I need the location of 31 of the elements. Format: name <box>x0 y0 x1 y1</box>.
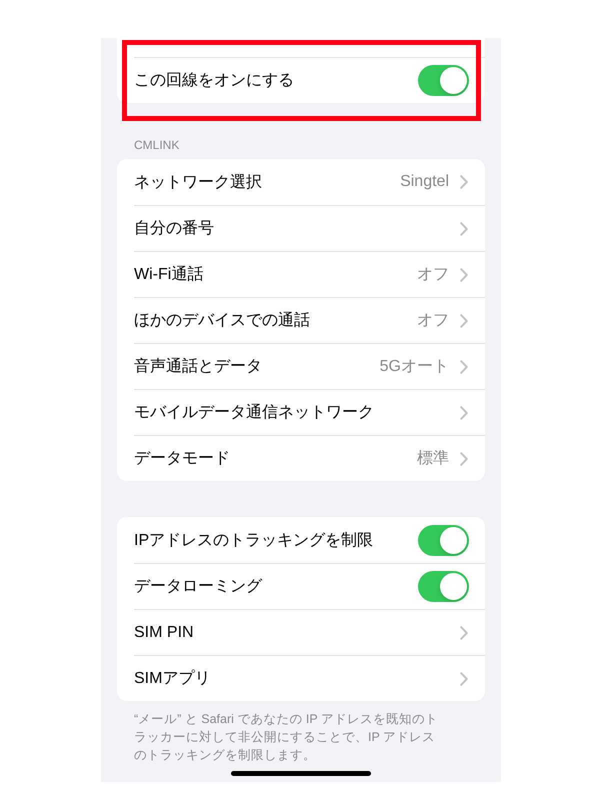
chevron-icon <box>460 360 468 374</box>
toggle-switch[interactable] <box>418 524 469 556</box>
footer-note: “メール” と Safari であなたの IP アドレスを既知のトラッカーに対して非公開にすることで、IP アドレスのトラッキングを制限します。 <box>133 711 439 764</box>
setting-value: オフ <box>417 265 449 285</box>
setting-label[interactable]: SIM PIN <box>134 624 460 642</box>
chevron-icon <box>460 268 468 282</box>
setting-value: Singtel <box>400 173 449 191</box>
chevron-icon <box>460 222 468 236</box>
setting-label[interactable]: Wi-Fi通話 <box>134 264 417 285</box>
chevron-icon <box>460 626 468 640</box>
chevron-icon <box>460 314 468 328</box>
chevron-icon <box>460 406 468 420</box>
setting-value: 標準 <box>417 449 449 469</box>
chevron-icon <box>460 672 468 686</box>
setting-value: オフ <box>417 311 449 331</box>
setting-label[interactable]: ネットワーク選択 <box>134 172 400 192</box>
setting-label[interactable]: ほかのデバイスでの通話 <box>134 310 417 331</box>
section-header: CMLINK <box>133 137 180 153</box>
setting-value: 5Gオート <box>380 357 449 377</box>
setting-label: IPアドレスのトラッキングを制限 <box>134 530 374 550</box>
toggle-switch[interactable] <box>418 65 469 96</box>
setting-label: この回線をオンにする <box>134 71 295 91</box>
setting-label: データローミング <box>134 577 264 597</box>
setting-label[interactable]: 音声通話とデータ <box>134 356 380 377</box>
setting-label[interactable]: 自分の番号 <box>134 218 460 239</box>
setting-label[interactable]: SIMアプリ <box>134 668 460 689</box>
setting-label[interactable]: モバイルデータ通信ネットワーク <box>134 402 460 423</box>
chevron-icon <box>460 452 468 466</box>
chevron-icon <box>460 175 468 189</box>
setting-label[interactable]: データモード <box>134 448 417 469</box>
toggle-switch[interactable] <box>418 571 469 602</box>
